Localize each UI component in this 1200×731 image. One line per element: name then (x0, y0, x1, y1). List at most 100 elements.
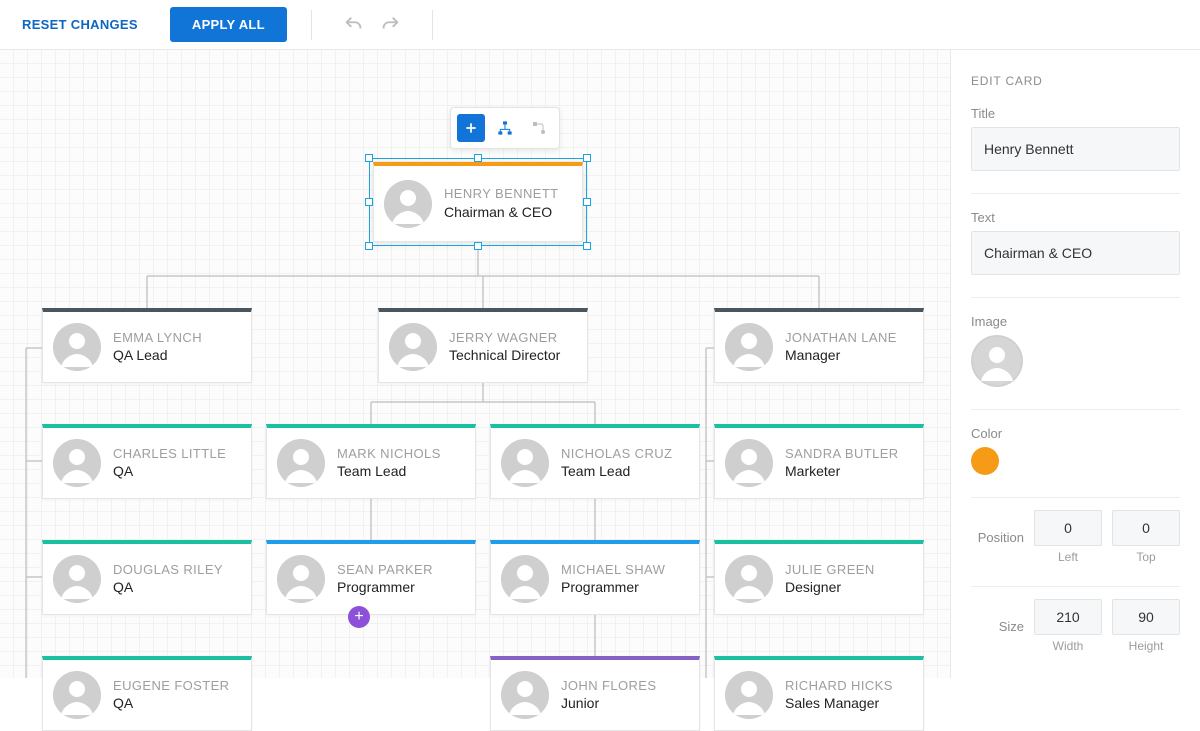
org-card-root[interactable]: HENRY BENNETTChairman & CEO (373, 162, 583, 242)
image-label: Image (971, 314, 1180, 329)
card-role: QA Lead (113, 346, 202, 365)
avatar (501, 555, 549, 603)
resize-handle-rm[interactable] (583, 198, 591, 206)
card-name: EMMA LYNCH (113, 329, 202, 347)
card-name: JONATHAN LANE (785, 329, 897, 347)
card-role: Marketer (785, 462, 899, 481)
org-card-charles[interactable]: CHARLES LITTLEQA (42, 424, 252, 499)
org-card-eugene[interactable]: EUGENE FOSTERQA (42, 656, 252, 731)
org-card-julie[interactable]: JULIE GREENDesigner (714, 540, 924, 615)
position-top-input[interactable] (1112, 510, 1180, 546)
card-role: Sales Manager (785, 694, 893, 713)
avatar (501, 671, 549, 719)
org-card-sandra[interactable]: SANDRA BUTLERMarketer (714, 424, 924, 499)
card-name: SEAN PARKER (337, 561, 433, 579)
avatar (277, 555, 325, 603)
title-input[interactable] (971, 127, 1180, 171)
undo-icon (343, 14, 365, 36)
card-role: Manager (785, 346, 897, 365)
card-role: Designer (785, 578, 875, 597)
panel-divider (971, 409, 1180, 410)
redo-icon (379, 14, 401, 36)
card-name: JULIE GREEN (785, 561, 875, 579)
org-card-jerry[interactable]: JERRY WAGNERTechnical Director (378, 308, 588, 383)
card-role: QA (113, 578, 223, 597)
card-name: SANDRA BUTLER (785, 445, 899, 463)
size-width-caption: Width (1053, 639, 1084, 653)
card-name: DOUGLAS RILEY (113, 561, 223, 579)
org-card-jonathan[interactable]: JONATHAN LANEManager (714, 308, 924, 383)
panel-divider (971, 497, 1180, 498)
position-label: Position (971, 530, 1024, 545)
title-label: Title (971, 106, 1180, 121)
canvas-area[interactable]: HENRY BENNETTChairman & CEO EMMA LYNCHQA … (0, 50, 950, 678)
reset-changes-button[interactable]: RESET CHANGES (18, 11, 142, 38)
avatar (501, 439, 549, 487)
resize-handle-bm[interactable] (474, 242, 482, 250)
org-card-mark[interactable]: MARK NICHOLSTeam Lead (266, 424, 476, 499)
toolbar-separator-2 (432, 10, 433, 40)
org-card-richard[interactable]: RICHARD HICKSSales Manager (714, 656, 924, 731)
card-name: JOHN FLORES (561, 677, 656, 695)
size-row: Size Width Height (971, 599, 1180, 653)
size-height-input[interactable] (1112, 599, 1180, 635)
redo-button[interactable] (372, 7, 408, 43)
position-left-input[interactable] (1034, 510, 1102, 546)
resize-handle-lm[interactable] (365, 198, 373, 206)
card-role: QA (113, 462, 226, 481)
org-card-emma[interactable]: EMMA LYNCHQA Lead (42, 308, 252, 383)
card-name: NICHOLAS CRUZ (561, 445, 672, 463)
undo-button[interactable] (336, 7, 372, 43)
avatar (53, 439, 101, 487)
text-label: Text (971, 210, 1180, 225)
show-hierarchy-button[interactable] (491, 114, 519, 142)
card-name: EUGENE FOSTER (113, 677, 229, 695)
avatar (277, 439, 325, 487)
card-name: MICHAEL SHAW (561, 561, 665, 579)
color-label: Color (971, 426, 1180, 441)
color-picker[interactable] (971, 447, 999, 475)
panel-divider (971, 193, 1180, 194)
resize-handle-br[interactable] (583, 242, 591, 250)
org-card-nich[interactable]: NICHOLAS CRUZTeam Lead (490, 424, 700, 499)
text-input[interactable] (971, 231, 1180, 275)
size-label: Size (971, 619, 1024, 634)
reparent-icon (531, 120, 547, 136)
image-picker[interactable] (971, 335, 1023, 387)
org-card-michael[interactable]: MICHAEL SHAWProgrammer (490, 540, 700, 615)
card-role: Junior (561, 694, 656, 713)
avatar (389, 323, 437, 371)
avatar (725, 671, 773, 719)
org-card-sean[interactable]: SEAN PARKERProgrammer (266, 540, 476, 615)
add-child-badge[interactable]: + (348, 606, 370, 628)
panel-divider (971, 297, 1180, 298)
card-name: CHARLES LITTLE (113, 445, 226, 463)
avatar (725, 555, 773, 603)
card-role: QA (113, 694, 229, 713)
card-role: Programmer (561, 578, 665, 597)
resize-handle-tr[interactable] (583, 154, 591, 162)
org-card-doug[interactable]: DOUGLAS RILEYQA (42, 540, 252, 615)
resize-handle-tm[interactable] (474, 154, 482, 162)
org-card-john[interactable]: JOHN FLORESJunior (490, 656, 700, 731)
card-role: Team Lead (337, 462, 441, 481)
panel-divider (971, 586, 1180, 587)
card-role: Team Lead (561, 462, 672, 481)
apply-all-button[interactable]: APPLY ALL (170, 7, 287, 42)
card-context-toolbar (450, 107, 560, 149)
position-row: Position Left Top (971, 510, 1180, 564)
size-height-caption: Height (1129, 639, 1164, 653)
reparent-button[interactable] (525, 114, 553, 142)
resize-handle-bl[interactable] (365, 242, 373, 250)
add-card-button[interactable] (457, 114, 485, 142)
avatar (53, 671, 101, 719)
hierarchy-icon (497, 120, 513, 136)
size-width-input[interactable] (1034, 599, 1102, 635)
avatar-icon (973, 337, 1021, 385)
card-role: Programmer (337, 578, 433, 597)
position-top-caption: Top (1136, 550, 1155, 564)
resize-handle-tl[interactable] (365, 154, 373, 162)
card-name: RICHARD HICKS (785, 677, 893, 695)
plus-icon (464, 121, 478, 135)
card-name: HENRY BENNETT (444, 185, 559, 203)
